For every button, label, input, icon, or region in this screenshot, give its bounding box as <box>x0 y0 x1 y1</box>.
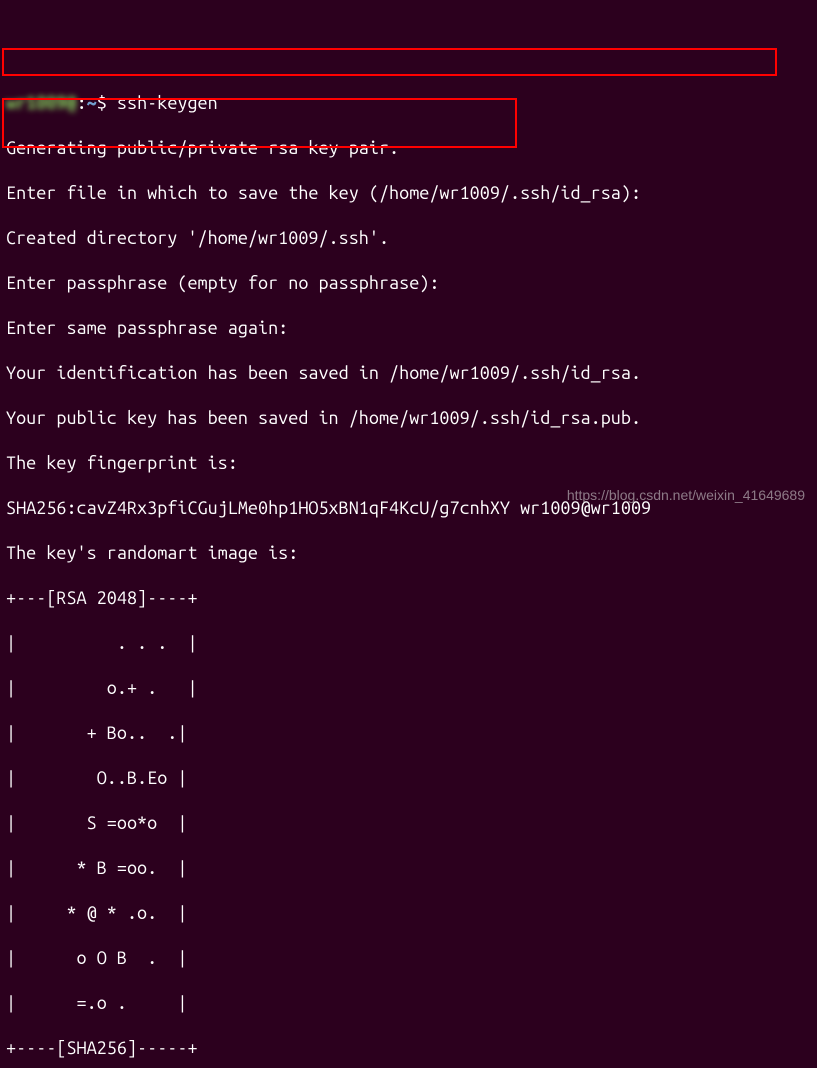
randomart-line: +---[RSA 2048]----+ <box>6 587 811 610</box>
prompt-user-blurred: wr1009@ <box>6 92 77 115</box>
highlight-box-1 <box>2 48 777 76</box>
randomart-line: | . . . | <box>6 632 811 655</box>
output-line: Enter same passphrase again: <box>6 317 811 340</box>
randomart-line: | * B =oo. | <box>6 857 811 880</box>
command-text[interactable]: ssh-keygen <box>117 93 218 113</box>
output-line: Your public key has been saved in /home/… <box>6 407 811 430</box>
output-line: Your identification has been saved in /h… <box>6 362 811 385</box>
output-line: Generating public/private rsa key pair. <box>6 137 811 160</box>
output-line: The key's randomart image is: <box>6 542 811 565</box>
output-line: Enter passphrase (empty for no passphras… <box>6 272 811 295</box>
prompt-line: wr1009@:~$ ssh-keygen <box>6 92 811 115</box>
output-line: The key fingerprint is: <box>6 452 811 475</box>
randomart-line: | o.+ . | <box>6 677 811 700</box>
randomart-line: | * @ * .o. | <box>6 902 811 925</box>
randomart-line: +----[SHA256]-----+ <box>6 1037 811 1060</box>
watermark-text: https://blog.csdn.net/weixin_41649689 <box>567 487 805 505</box>
randomart-line: | =.o . | <box>6 992 811 1015</box>
output-line: Created directory '/home/wr1009/.ssh'. <box>6 227 811 250</box>
output-line: Enter file in which to save the key (/ho… <box>6 182 811 205</box>
prompt-colon: : <box>77 93 87 113</box>
randomart-line: | S =oo*o | <box>6 812 811 835</box>
randomart-line: | o O B . | <box>6 947 811 970</box>
randomart-line: | + Bo.. .| <box>6 722 811 745</box>
prompt-path: ~ <box>87 93 97 113</box>
randomart-line: | O..B.Eo | <box>6 767 811 790</box>
prompt-dollar: $ <box>97 93 117 113</box>
